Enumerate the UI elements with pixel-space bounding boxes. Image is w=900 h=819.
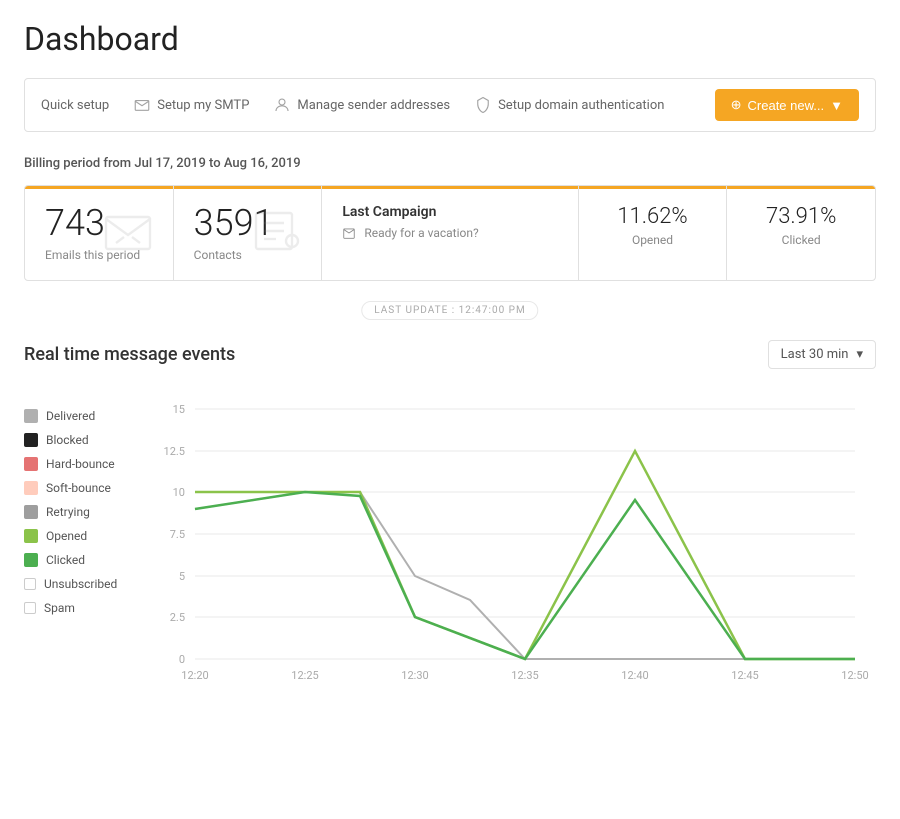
campaign-title: Last Campaign bbox=[342, 204, 557, 220]
clicked-pct: 73.91% bbox=[747, 204, 855, 229]
hard-bounce-label: Hard-bounce bbox=[46, 457, 115, 471]
svg-text:12:25: 12:25 bbox=[291, 669, 318, 682]
page-title: Dashboard bbox=[24, 20, 876, 58]
clicked-label-legend: Clicked bbox=[46, 553, 85, 567]
legend-clicked: Clicked bbox=[24, 553, 134, 567]
spam-label: Spam bbox=[44, 601, 75, 615]
spam-checkbox bbox=[24, 602, 36, 614]
billing-period: Billing period from Jul 17, 2019 to Aug … bbox=[24, 156, 876, 171]
clicked-label: Clicked bbox=[747, 233, 855, 247]
contacts-icon bbox=[251, 211, 301, 255]
toolbar: Quick setup Setup my SMTP Manage sender … bbox=[24, 78, 876, 132]
sender-addresses-item[interactable]: Manage sender addresses bbox=[273, 96, 450, 114]
smtp-icon bbox=[133, 96, 151, 114]
opened-metric: 11.62% Opened bbox=[579, 186, 728, 280]
svg-text:7.5: 7.5 bbox=[170, 528, 185, 541]
hard-bounce-color bbox=[24, 457, 38, 471]
create-new-button[interactable]: ⊕ Create new... ▼ bbox=[715, 89, 859, 121]
blocked-color bbox=[24, 433, 38, 447]
time-selector[interactable]: Last 30 min ▾ bbox=[768, 340, 876, 369]
legend-hard-bounce: Hard-bounce bbox=[24, 457, 134, 471]
legend-blocked: Blocked bbox=[24, 433, 134, 447]
clicked-color bbox=[24, 553, 38, 567]
svg-text:15: 15 bbox=[173, 403, 185, 416]
time-selector-label: Last 30 min bbox=[781, 347, 849, 362]
smtp-label: Setup my SMTP bbox=[157, 98, 249, 113]
svg-text:12:35: 12:35 bbox=[511, 669, 538, 682]
unsubscribed-checkbox bbox=[24, 578, 36, 590]
svg-text:12.5: 12.5 bbox=[164, 445, 185, 458]
campaign-name-row: Ready for a vacation? bbox=[342, 226, 557, 240]
contacts-stat-card: 3591 Contacts bbox=[174, 186, 323, 280]
chart-svg: 15 12.5 10 7.5 5 2.5 bbox=[134, 389, 876, 689]
opened-color bbox=[24, 529, 38, 543]
domain-icon bbox=[474, 96, 492, 114]
legend-delivered: Delivered bbox=[24, 409, 134, 423]
chart-area: 15 12.5 10 7.5 5 2.5 bbox=[134, 389, 876, 693]
domain-label: Setup domain authentication bbox=[498, 98, 664, 113]
retrying-label: Retrying bbox=[46, 505, 90, 519]
svg-text:12:30: 12:30 bbox=[401, 669, 428, 682]
delivered-color bbox=[24, 409, 38, 423]
opened-label: Opened bbox=[599, 233, 707, 247]
campaign-name: Ready for a vacation? bbox=[364, 226, 478, 240]
last-update-label: LAST UPDATE : 12:47:00 PM bbox=[361, 301, 538, 320]
chart-legend: Delivered Blocked Hard-bounce Soft-bounc… bbox=[24, 389, 134, 693]
campaign-icon bbox=[342, 226, 356, 240]
dropdown-arrow-icon: ▼ bbox=[830, 98, 843, 113]
svg-text:12:20: 12:20 bbox=[181, 669, 208, 682]
legend-retrying: Retrying bbox=[24, 505, 134, 519]
delivered-label: Delivered bbox=[46, 409, 95, 423]
chart-section-header: Real time message events Last 30 min ▾ bbox=[24, 340, 876, 369]
retrying-color bbox=[24, 505, 38, 519]
sender-icon bbox=[273, 96, 291, 114]
legend-unsubscribed: Unsubscribed bbox=[24, 577, 134, 591]
clicked-metric: 73.91% Clicked bbox=[727, 186, 875, 280]
emails-stat-card: 743 Emails this period bbox=[25, 186, 174, 280]
svg-text:2.5: 2.5 bbox=[170, 611, 185, 624]
legend-soft-bounce: Soft-bounce bbox=[24, 481, 134, 495]
soft-bounce-label: Soft-bounce bbox=[46, 481, 111, 495]
blocked-label: Blocked bbox=[46, 433, 89, 447]
svg-text:5: 5 bbox=[179, 570, 185, 583]
email-icon bbox=[103, 211, 153, 255]
svg-text:12:40: 12:40 bbox=[621, 669, 648, 682]
create-icon: ⊕ bbox=[731, 97, 742, 113]
opened-label-legend: Opened bbox=[46, 529, 87, 543]
sender-label: Manage sender addresses bbox=[297, 98, 450, 113]
domain-auth-item[interactable]: Setup domain authentication bbox=[474, 96, 664, 114]
last-update-badge: LAST UPDATE : 12:47:00 PM bbox=[24, 289, 876, 340]
opened-line bbox=[195, 451, 855, 659]
svg-text:12:50: 12:50 bbox=[841, 669, 868, 682]
chevron-down-icon: ▾ bbox=[856, 347, 863, 362]
soft-bounce-color bbox=[24, 481, 38, 495]
opened-pct: 11.62% bbox=[599, 204, 707, 229]
create-label: Create new... bbox=[748, 98, 825, 113]
chart-container: Delivered Blocked Hard-bounce Soft-bounc… bbox=[24, 389, 876, 693]
unsubscribed-label: Unsubscribed bbox=[44, 577, 117, 591]
legend-opened: Opened bbox=[24, 529, 134, 543]
smtp-setup-item[interactable]: Setup my SMTP bbox=[133, 96, 249, 114]
chart-title: Real time message events bbox=[24, 344, 235, 365]
svg-text:10: 10 bbox=[173, 486, 185, 499]
quick-setup-label: Quick setup bbox=[41, 98, 109, 113]
svg-text:12:45: 12:45 bbox=[731, 669, 758, 682]
last-campaign-info: Last Campaign Ready for a vacation? bbox=[322, 186, 578, 280]
svg-text:0: 0 bbox=[179, 653, 185, 666]
legend-spam: Spam bbox=[24, 601, 134, 615]
quick-setup-item[interactable]: Quick setup bbox=[41, 98, 109, 113]
stats-row: 743 Emails this period 3591 Contacts bbox=[24, 185, 876, 281]
